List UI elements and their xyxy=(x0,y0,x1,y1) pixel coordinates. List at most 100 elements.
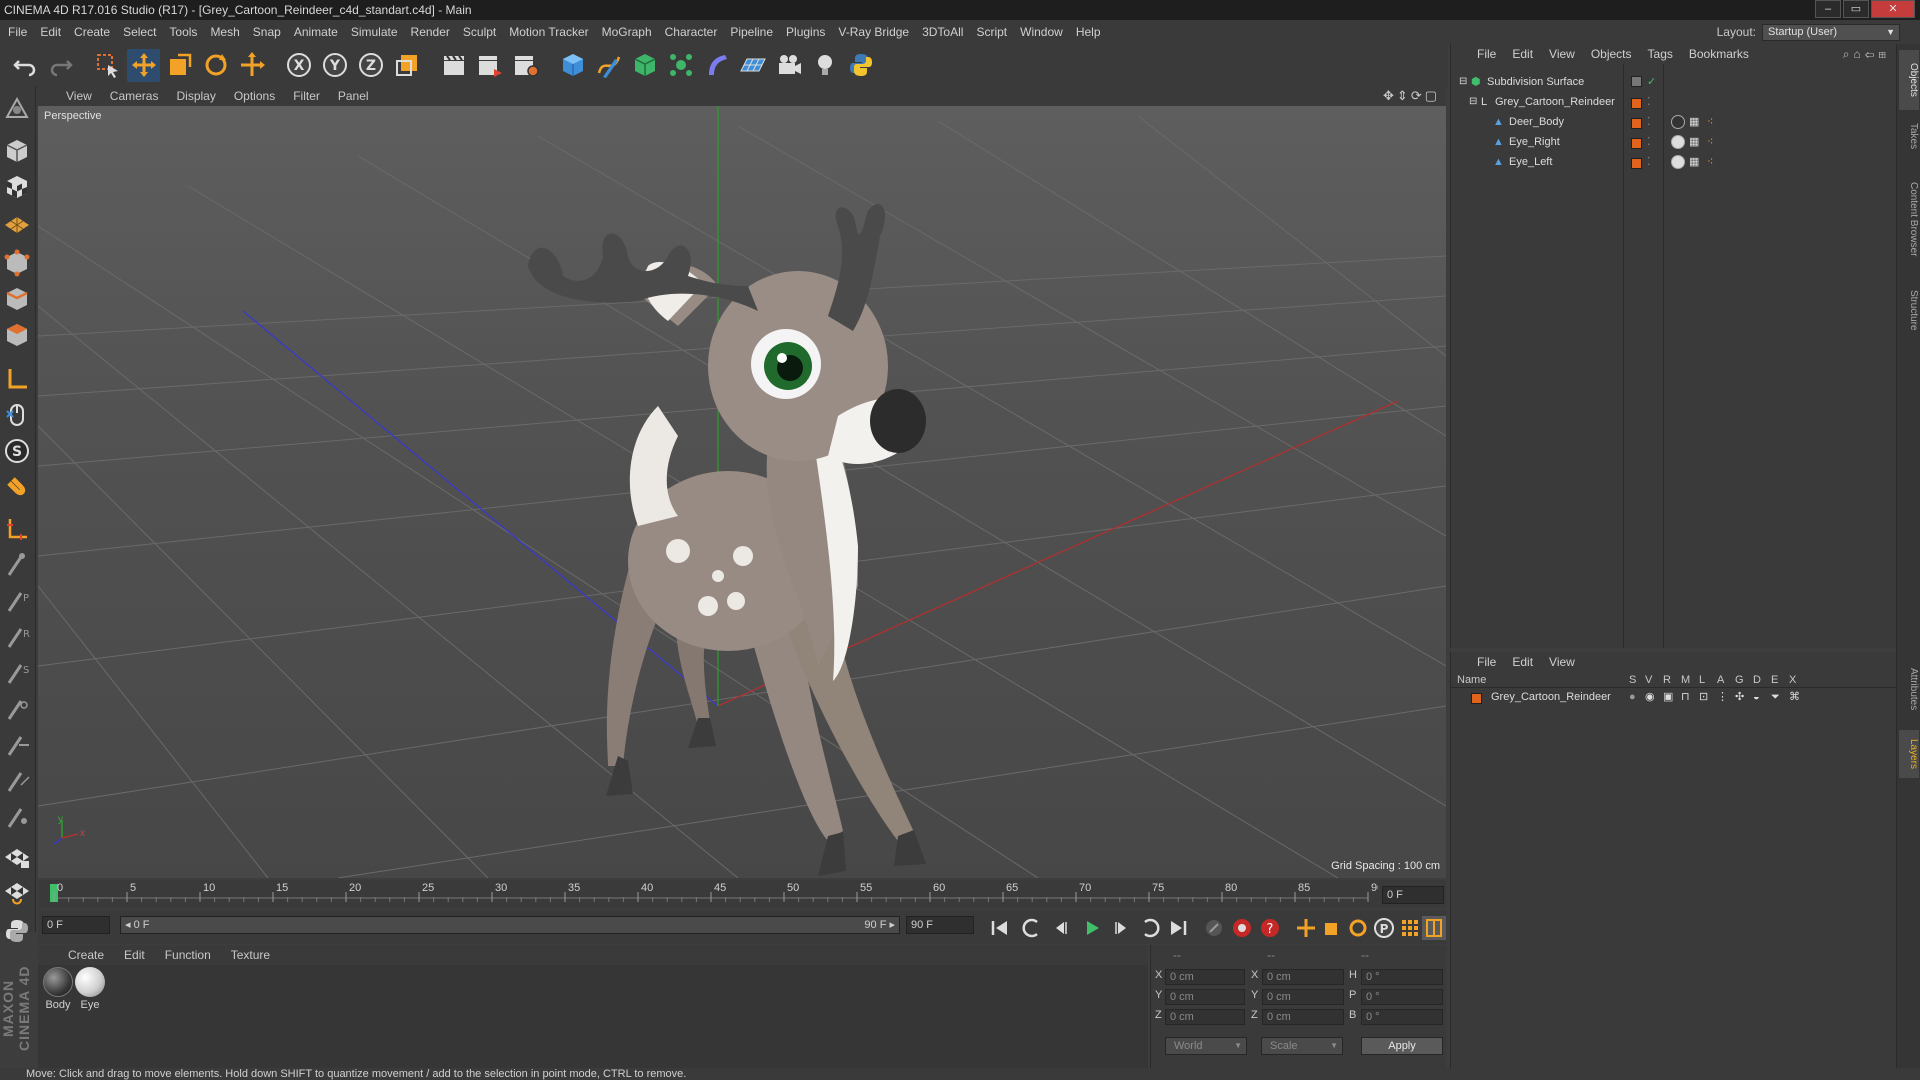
play-button[interactable] xyxy=(1080,916,1104,940)
material-tag-icon[interactable] xyxy=(1671,115,1685,129)
side-tab-structure[interactable]: Structure xyxy=(1899,280,1919,340)
layer-col-animation[interactable]: A xyxy=(1717,674,1724,686)
object-layer-swatch[interactable] xyxy=(1631,113,1642,133)
next-frame-button[interactable] xyxy=(1110,916,1134,940)
model-mode-button[interactable] xyxy=(0,134,34,168)
z-axis-lock-button[interactable]: Z xyxy=(354,49,387,82)
layer-color-swatch[interactable] xyxy=(1471,689,1482,707)
menu-vray-bridge[interactable]: V-Ray Bridge xyxy=(838,25,909,39)
viewport-menu-view[interactable]: View xyxy=(66,89,92,103)
snap-toggle-button[interactable]: S xyxy=(0,434,34,468)
tree-expand-icon[interactable]: ⊟ xyxy=(1469,92,1477,112)
timeline-settings-button[interactable] xyxy=(1422,916,1446,940)
viewport-menu-options[interactable]: Options xyxy=(234,89,275,103)
end-frame-field[interactable]: 90 F xyxy=(906,916,974,934)
coordinate-space-dropdown[interactable]: World ▼ xyxy=(1165,1037,1247,1055)
enabled-check-icon[interactable]: ✓ xyxy=(1647,72,1656,92)
object-layer-swatch[interactable] xyxy=(1631,93,1642,113)
viewport-menu-panel[interactable]: Panel xyxy=(338,89,369,103)
layer-deformers-icon[interactable]: ◒ xyxy=(1753,688,1760,706)
sculpt-scrape-button[interactable]: S xyxy=(0,656,34,690)
texture-tag-icon[interactable]: ▦ xyxy=(1689,132,1699,152)
floor-button[interactable] xyxy=(736,49,769,82)
magnet-tool-button[interactable] xyxy=(0,474,34,508)
viewport-navigation-icons[interactable]: ✥⇕⟳▢ xyxy=(1383,88,1440,104)
menu-mograph[interactable]: MoGraph xyxy=(602,25,652,39)
axis-mode-button[interactable] xyxy=(0,362,34,396)
objects-menu-view[interactable]: View xyxy=(1549,47,1575,61)
timeline-ruler[interactable]: 0 5 10 15 20 25 30 35 40 45 50 55 60 65 70 75 80 85 90 0 F xyxy=(38,880,1446,908)
scale-tool-button[interactable] xyxy=(163,49,196,82)
checker-layer-button[interactable] xyxy=(0,840,34,874)
python-button[interactable] xyxy=(844,49,877,82)
size-mode-dropdown[interactable]: Scale ▼ xyxy=(1261,1037,1343,1055)
material-eye[interactable]: Eye xyxy=(74,967,106,1011)
layer-manager-icon[interactable]: ⊓ xyxy=(1681,688,1690,706)
object-row-eye-right[interactable]: ▲ Eye_Right ⁚ ▦ ⁖ xyxy=(1451,132,1897,152)
menu-window[interactable]: Window xyxy=(1020,25,1063,39)
viewport-menu-cameras[interactable]: Cameras xyxy=(110,89,159,103)
sculpt-pull-button[interactable]: P xyxy=(0,584,34,618)
menu-plugins[interactable]: Plugins xyxy=(786,25,825,39)
side-tab-attributes[interactable]: Attributes xyxy=(1899,654,1919,724)
layer-col-locked[interactable]: L xyxy=(1699,674,1705,686)
key-parameter-button[interactable]: P xyxy=(1372,916,1396,940)
current-frame-field[interactable]: 0 F xyxy=(1382,886,1444,904)
frame-range-slider[interactable]: ◂ 0 F 90 F ▸ xyxy=(120,916,900,934)
material-tag-icon[interactable] xyxy=(1671,135,1685,149)
start-frame-field[interactable]: 0 F xyxy=(42,916,110,934)
menu-file[interactable]: File xyxy=(8,25,27,39)
menu-render[interactable]: Render xyxy=(411,25,450,39)
key-position-button[interactable] xyxy=(1294,916,1318,940)
layers-menu-edit[interactable]: Edit xyxy=(1512,655,1533,669)
apply-button[interactable]: Apply xyxy=(1361,1037,1443,1055)
layer-col-expressions[interactable]: E xyxy=(1771,674,1778,686)
layer-animation-icon[interactable]: ⋮ xyxy=(1717,688,1728,706)
layer-xref-icon[interactable]: ⌘ xyxy=(1789,688,1800,706)
undo-button[interactable] xyxy=(8,49,41,82)
side-tab-layers[interactable]: Layers xyxy=(1899,730,1919,778)
layer-row-grey-cartoon-reindeer[interactable]: Grey_Cartoon_Reindeer ● ◉ ▣ ⊓ ⊡ ⋮ ✣ ◒ ⏷ … xyxy=(1451,688,1897,706)
record-active-button[interactable] xyxy=(1230,916,1254,940)
layer-generators-icon[interactable]: ✣ xyxy=(1735,688,1744,706)
object-layer-swatch[interactable] xyxy=(1631,133,1642,153)
layer-col-view[interactable]: V xyxy=(1645,674,1652,686)
layer-col-xref[interactable]: X xyxy=(1789,674,1796,686)
next-key-button[interactable] xyxy=(1138,916,1162,940)
3d-viewport[interactable]: Perspective x y Grid Spacing : 100 cm xyxy=(38,106,1446,878)
sculpt-mask-button[interactable] xyxy=(0,800,34,834)
menu-edit[interactable]: Edit xyxy=(40,25,61,39)
sculpt-grab-button[interactable] xyxy=(0,548,34,582)
size-z-field[interactable]: 0 cm xyxy=(1262,1009,1344,1025)
workplane-mode-button[interactable] xyxy=(0,206,34,240)
position-y-field[interactable]: 0 cm xyxy=(1165,989,1245,1005)
menu-sculpt[interactable]: Sculpt xyxy=(463,25,496,39)
lock-icon[interactable]: ⊡ xyxy=(1699,688,1708,706)
rotation-b-field[interactable]: 0 ° xyxy=(1361,1009,1443,1025)
menu-motion-tracker[interactable]: Motion Tracker xyxy=(509,25,588,39)
side-tab-content-browser[interactable]: Content Browser xyxy=(1899,164,1919,274)
menu-pipeline[interactable]: Pipeline xyxy=(730,25,773,39)
objects-menu-edit[interactable]: Edit xyxy=(1512,47,1533,61)
layers-menu-file[interactable]: File xyxy=(1477,655,1496,669)
sculpt-knife-button[interactable] xyxy=(0,764,34,798)
layout-dropdown[interactable]: Startup (User) ▼ xyxy=(1762,23,1900,41)
material-menu-edit[interactable]: Edit xyxy=(124,948,145,962)
deformer-button[interactable] xyxy=(700,49,733,82)
key-rotation-button[interactable] xyxy=(1346,916,1370,940)
menu-select[interactable]: Select xyxy=(123,25,156,39)
motion-record-button[interactable] xyxy=(1202,916,1226,940)
object-row-eye-left[interactable]: ▲ Eye_Left ⁚ ▦ ⁖ xyxy=(1451,152,1897,172)
material-tag-icon[interactable] xyxy=(1671,155,1685,169)
menu-animate[interactable]: Animate xyxy=(294,25,338,39)
phong-tag-icon[interactable]: ⁖ xyxy=(1707,132,1713,152)
material-menu-texture[interactable]: Texture xyxy=(231,948,270,962)
menu-script[interactable]: Script xyxy=(976,25,1007,39)
object-row-deer-body[interactable]: ▲ Deer_Body ⁚ ▦ ⁖ xyxy=(1451,112,1897,132)
visibility-dots-icon[interactable]: ⁚ xyxy=(1647,152,1651,172)
menu-mesh[interactable]: Mesh xyxy=(210,25,239,39)
material-body[interactable]: Body xyxy=(42,967,74,1011)
menu-help[interactable]: Help xyxy=(1076,25,1101,39)
array-button[interactable] xyxy=(664,49,697,82)
edges-mode-button[interactable] xyxy=(0,282,34,316)
